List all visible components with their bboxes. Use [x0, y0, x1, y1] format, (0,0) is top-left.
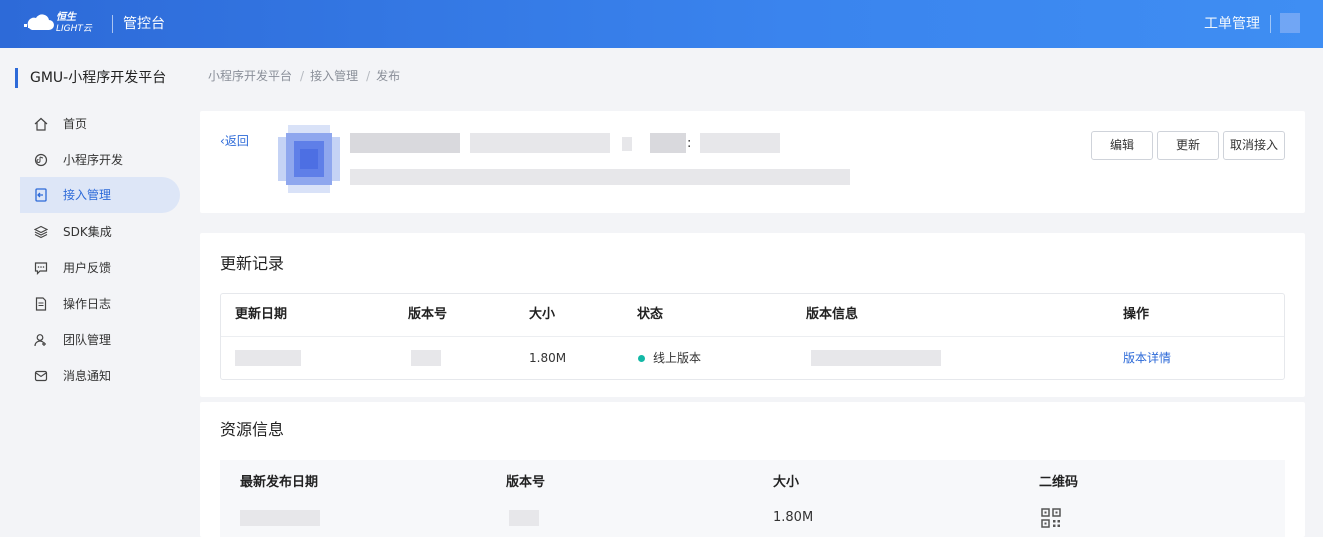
sidebar-item-messages[interactable]: 消息通知 [20, 358, 180, 394]
sidebar: GMU-小程序开发平台 首页 小程序开发 接入管理 SDK集成 用户反馈 操作日… [0, 48, 200, 537]
redacted-app-id [470, 133, 610, 153]
column-header: 版本信息 [806, 307, 859, 322]
sidebar-item-sdk[interactable]: SDK集成 [20, 214, 180, 250]
platform-title: GMU-小程序开发平台 [15, 68, 166, 88]
sidebar-item-label: 操作日志 [63, 297, 112, 311]
redacted-app-description [350, 169, 850, 185]
resource-info-table: 最新发布日期 版本号 大小 二维码 1.80M [220, 460, 1285, 537]
back-link[interactable]: ‹返回 [220, 132, 249, 150]
column-header: 更新日期 [235, 307, 288, 322]
breadcrumb-item-publish: 发布 [376, 69, 401, 83]
ticket-management-link[interactable]: 工单管理 [1204, 14, 1260, 34]
redacted-version [411, 350, 441, 366]
sidebar-item-team[interactable]: 团队管理 [20, 322, 180, 358]
access-icon [35, 188, 47, 202]
column-header: 二维码 [1039, 475, 1079, 490]
sidebar-item-label: 小程序开发 [63, 153, 124, 167]
back-label: 返回 [224, 134, 249, 148]
sidebar-item-label: 首页 [63, 117, 88, 131]
column-header: 大小 [773, 475, 800, 490]
avatar[interactable] [1280, 13, 1300, 33]
header-divider [112, 15, 113, 33]
feedback-icon [34, 262, 48, 275]
sidebar-item-operation-log[interactable]: 操作日志 [20, 286, 180, 322]
version-details-link[interactable]: 版本详情 [1123, 349, 1171, 367]
sidebar-item-label: SDK集成 [63, 225, 112, 239]
sidebar-item-access-management[interactable]: 接入管理 [20, 177, 180, 213]
resource-info-card: 资源信息 最新发布日期 版本号 大小 二维码 1.80M [200, 402, 1305, 537]
cancel-access-button[interactable]: 取消接入 [1223, 131, 1285, 160]
home-icon [34, 117, 48, 131]
redacted-mark [622, 137, 632, 151]
logo-line2: LIGHT云 [56, 24, 92, 34]
redacted-field-label [650, 133, 686, 153]
update-records-table: 更新日期 版本号 大小 状态 版本信息 操作 1.80M 线上版本 版本详情 [220, 293, 1285, 380]
section-title-resource-info: 资源信息 [220, 420, 285, 439]
sidebar-item-label: 消息通知 [63, 369, 112, 383]
layers-icon [34, 225, 48, 239]
redacted-publish-date [240, 510, 320, 526]
console-title[interactable]: 管控台 [123, 14, 165, 34]
column-header: 操作 [1123, 307, 1150, 322]
log-icon [35, 297, 47, 311]
sidebar-item-home[interactable]: 首页 [20, 106, 180, 142]
header-divider-right [1270, 15, 1271, 33]
update-records-card: 更新记录 更新日期 版本号 大小 状态 版本信息 操作 1.80M 线上版本 版… [200, 233, 1305, 397]
sidebar-item-label: 用户反馈 [63, 261, 112, 275]
breadcrumb: 小程序开发平台 / 接入管理 / 发布 [208, 67, 406, 85]
brand-logo[interactable]: 恒生 LIGHT云 [24, 12, 96, 36]
redacted-version-info [811, 350, 941, 366]
size-cell: 1.80M [773, 510, 814, 525]
size-cell: 1.80M [529, 351, 567, 365]
column-header: 状态 [637, 307, 664, 322]
sidebar-item-label: 团队管理 [63, 333, 112, 347]
mail-icon [34, 370, 48, 382]
section-title-update-records: 更新记录 [220, 254, 285, 273]
app-info-card: ‹返回 : 编辑 更新 取消接入 [200, 111, 1305, 213]
sidebar-item-feedback[interactable]: 用户反馈 [20, 250, 180, 286]
sidebar-item-label: 接入管理 [63, 188, 112, 202]
logo-line1: 恒生 [56, 12, 76, 23]
redacted-field-value [700, 133, 780, 153]
field-colon: : [687, 136, 692, 151]
redacted-version [509, 510, 539, 526]
breadcrumb-item-access[interactable]: 接入管理 [310, 69, 358, 83]
breadcrumb-item-platform[interactable]: 小程序开发平台 [208, 69, 292, 83]
qr-code-icon[interactable] [1041, 508, 1061, 528]
update-button[interactable]: 更新 [1157, 131, 1219, 160]
column-header: 版本号 [408, 307, 448, 322]
breadcrumb-separator: / [300, 69, 305, 83]
app-logo-icon [278, 125, 340, 193]
status-dot-icon [638, 355, 645, 362]
cloud-logo-icon [24, 14, 54, 30]
table-header: 更新日期 版本号 大小 状态 版本信息 操作 [221, 294, 1284, 337]
column-header: 最新发布日期 [240, 475, 319, 490]
redacted-app-name [350, 133, 460, 153]
edit-button[interactable]: 编辑 [1091, 131, 1153, 160]
column-header: 大小 [529, 307, 556, 322]
column-header: 版本号 [506, 475, 546, 490]
sidebar-item-miniapp-dev[interactable]: 小程序开发 [20, 142, 180, 178]
redacted-update-date [235, 350, 301, 366]
code-icon [34, 153, 48, 167]
top-bar: 恒生 LIGHT云 管控台 工单管理 [0, 0, 1323, 48]
status-cell: 线上版本 [653, 351, 702, 365]
team-icon [34, 334, 46, 347]
breadcrumb-separator: / [366, 69, 371, 83]
